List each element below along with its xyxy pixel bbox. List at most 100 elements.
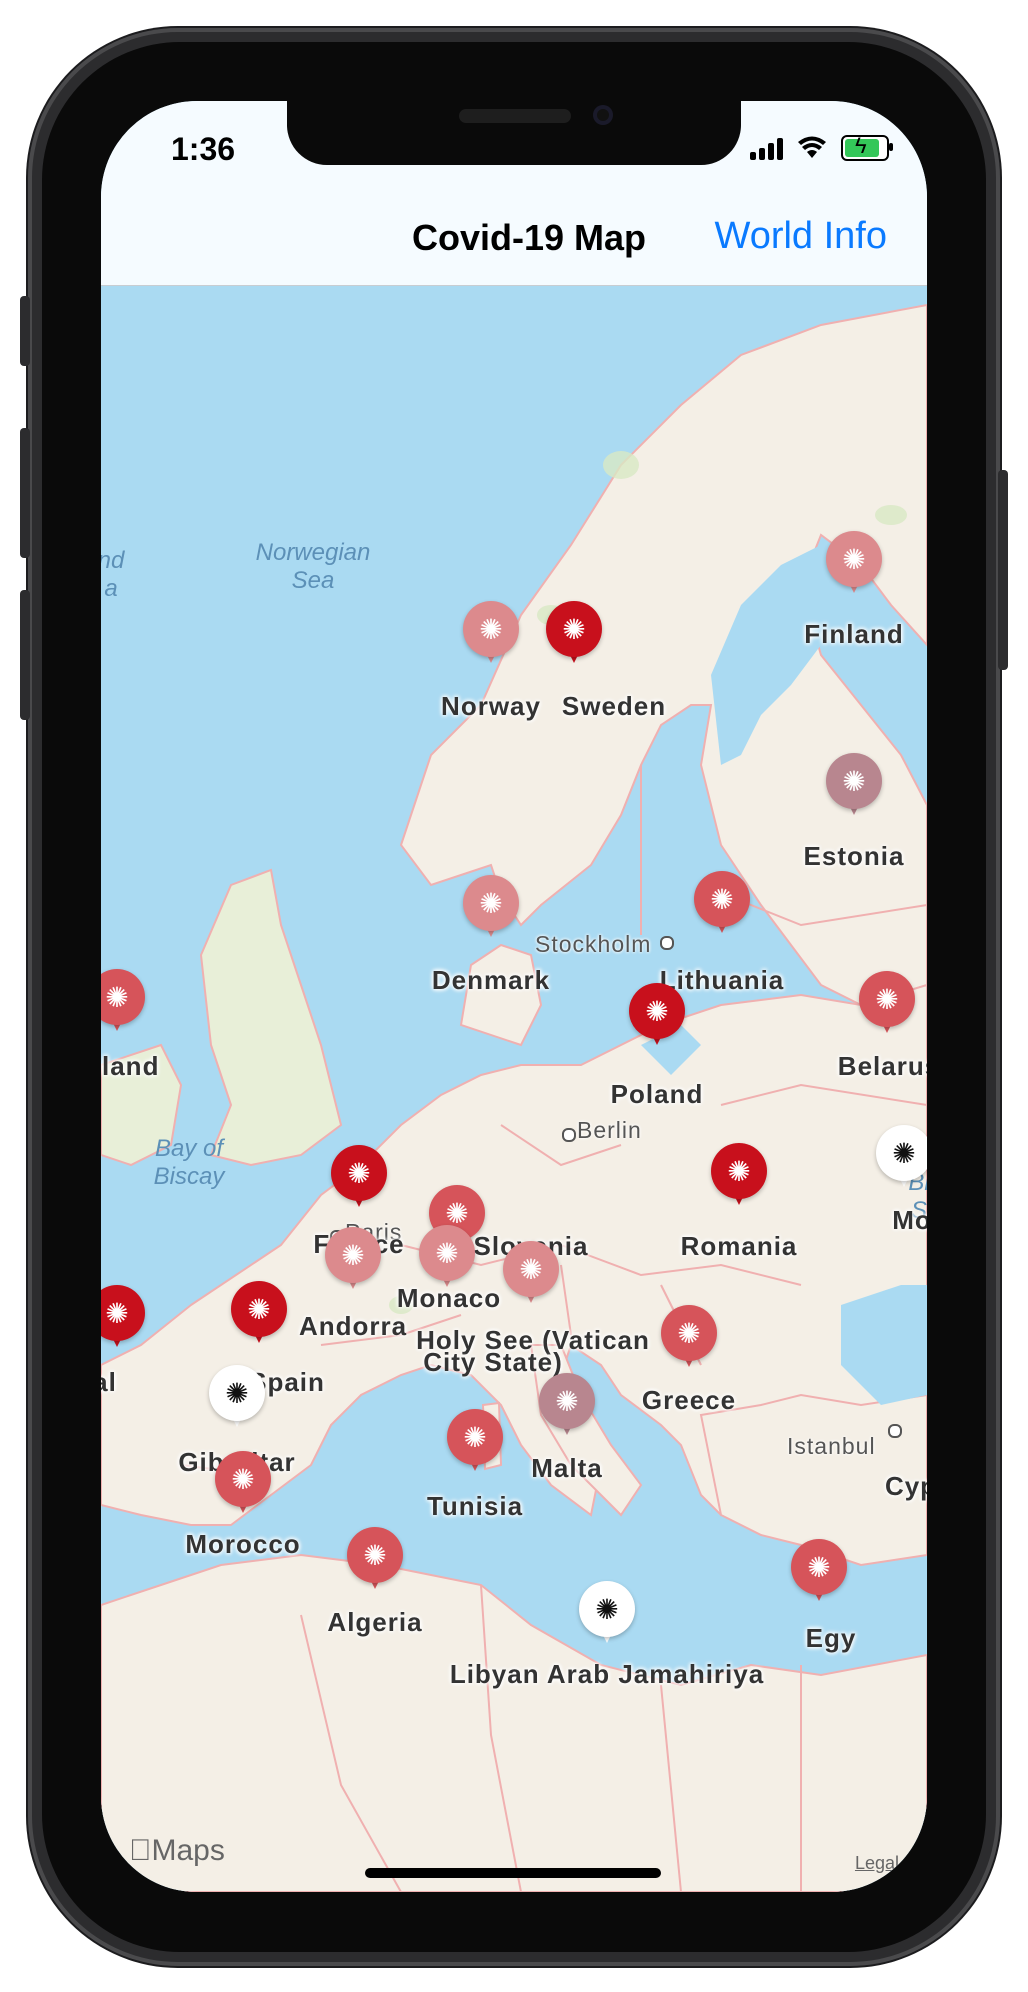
pin-morocco[interactable]: ✺ bbox=[215, 1451, 271, 1517]
virus-icon: ✺ bbox=[727, 1155, 751, 1187]
virus-icon: ✺ bbox=[225, 1377, 249, 1409]
virus-icon: ✺ bbox=[435, 1237, 459, 1269]
pin-greece[interactable]: ✺ bbox=[661, 1305, 717, 1371]
country-label-monaco: Monaco bbox=[396, 1283, 502, 1313]
screen: 1:36 ϟ Covid-19 Map World Info Norwegian… bbox=[101, 101, 927, 1892]
notch bbox=[287, 101, 741, 165]
country-label-mo: Mo bbox=[892, 1205, 927, 1235]
country-label-romania: Romania bbox=[680, 1231, 798, 1261]
virus-icon: ✺ bbox=[479, 887, 503, 919]
pin-spain[interactable]: ✺ bbox=[231, 1281, 287, 1347]
pin-andorra[interactable]: ✺ bbox=[325, 1227, 381, 1293]
cellular-signal-icon bbox=[750, 136, 783, 160]
virus-icon: ✺ bbox=[842, 765, 866, 797]
virus-icon: ✺ bbox=[710, 883, 734, 915]
legal-link[interactable]: Legal bbox=[855, 1853, 899, 1874]
country-label-libyan-arab-jamahiriya: Libyan Arab Jamahiriya bbox=[449, 1659, 765, 1689]
battery-icon: ϟ bbox=[841, 133, 893, 161]
sea-label-biscay: Bay of Biscay bbox=[153, 1135, 225, 1190]
virus-icon: ✺ bbox=[231, 1463, 255, 1495]
pin-monaco[interactable]: ✺ bbox=[419, 1225, 475, 1291]
pin-eland[interactable]: ✺ bbox=[101, 969, 145, 1035]
country-label-andorra: Andorra bbox=[298, 1311, 408, 1341]
pin-belarus[interactable]: ✺ bbox=[859, 971, 915, 1037]
virus-icon: ✺ bbox=[555, 1385, 579, 1417]
country-label-tunisia: Tunisia bbox=[426, 1491, 524, 1521]
city-label-istanbul: Istanbul bbox=[787, 1433, 876, 1459]
country-label-egy: Egy bbox=[805, 1623, 857, 1653]
virus-icon: ✺ bbox=[595, 1593, 619, 1625]
country-label-algeria: Algeria bbox=[327, 1607, 423, 1637]
map-base bbox=[101, 303, 927, 1892]
pin-france[interactable]: ✺ bbox=[331, 1145, 387, 1211]
virus-icon: ✺ bbox=[677, 1317, 701, 1349]
country-label-estonia: Estonia bbox=[803, 841, 905, 871]
virus-icon: ✺ bbox=[247, 1293, 271, 1325]
front-camera bbox=[593, 105, 613, 125]
virus-icon: ✺ bbox=[479, 613, 503, 645]
country-label-denmark: Denmark bbox=[431, 965, 551, 995]
virus-icon: ✺ bbox=[105, 1297, 129, 1329]
pin-mo[interactable]: ✺ bbox=[876, 1125, 927, 1191]
mute-switch bbox=[20, 296, 30, 366]
pin-romania[interactable]: ✺ bbox=[711, 1143, 767, 1209]
country-label-finland: Finland bbox=[804, 619, 904, 649]
status-icons: ϟ bbox=[750, 133, 893, 161]
virus-icon: ✺ bbox=[341, 1239, 365, 1271]
pin-al[interactable]: ✺ bbox=[101, 1285, 145, 1351]
pin-finland[interactable]: ✺ bbox=[826, 531, 882, 597]
virus-icon: ✺ bbox=[463, 1421, 487, 1453]
city-dot-istanbul bbox=[888, 1424, 902, 1438]
country-label-poland: Poland bbox=[610, 1079, 704, 1109]
pin-denmark[interactable]: ✺ bbox=[463, 875, 519, 941]
city-dot-stockholm bbox=[660, 936, 674, 950]
pin-malta[interactable]: ✺ bbox=[539, 1373, 595, 1439]
country-label-al: al bbox=[101, 1367, 117, 1397]
country-label-malta: Malta bbox=[531, 1453, 603, 1483]
sea-label-left-edge: nda bbox=[101, 547, 125, 602]
apple-maps-logo: Maps bbox=[129, 1834, 225, 1867]
country-label-eland: eland bbox=[101, 1051, 160, 1081]
volume-down-button bbox=[20, 590, 30, 720]
pin-holy-see-vatican[interactable]: ✺ bbox=[503, 1241, 559, 1307]
virus-icon: ✺ bbox=[363, 1539, 387, 1571]
country-label-belarus: Belarus bbox=[837, 1051, 927, 1081]
country-label-sweden: Sweden bbox=[561, 691, 667, 721]
country-label-morocco: Morocco bbox=[185, 1529, 301, 1559]
country-label-norway: Norway bbox=[441, 691, 541, 721]
city-dot-berlin bbox=[562, 1128, 576, 1142]
virus-icon: ✺ bbox=[562, 613, 586, 645]
status-time: 1:36 bbox=[171, 131, 236, 167]
virus-icon: ✺ bbox=[842, 543, 866, 575]
speaker bbox=[459, 109, 571, 123]
pin-gibraltar[interactable]: ✺ bbox=[209, 1365, 265, 1431]
sea-label-norwegian: Norwegian Sea bbox=[255, 539, 371, 594]
country-label-greece: Greece bbox=[641, 1385, 737, 1415]
device-frame: 1:36 ϟ Covid-19 Map World Info Norwegian… bbox=[0, 0, 1028, 1992]
pin-estonia[interactable]: ✺ bbox=[826, 753, 882, 819]
pin-sweden[interactable]: ✺ bbox=[546, 601, 602, 667]
pin-algeria[interactable]: ✺ bbox=[347, 1527, 403, 1593]
map-view[interactable]: NorwegianSea Bay ofBiscay nda BlS Stockh… bbox=[101, 285, 927, 1892]
pin-egy[interactable]: ✺ bbox=[791, 1539, 847, 1605]
country-label-cyp: Cyp bbox=[884, 1471, 927, 1501]
pin-norway[interactable]: ✺ bbox=[463, 601, 519, 667]
virus-icon: ✺ bbox=[645, 995, 669, 1027]
virus-icon: ✺ bbox=[519, 1253, 543, 1285]
virus-icon: ✺ bbox=[875, 983, 899, 1015]
pin-poland[interactable]: ✺ bbox=[629, 983, 685, 1049]
city-label-stockholm: Stockholm bbox=[535, 931, 652, 957]
power-button bbox=[998, 470, 1008, 670]
virus-icon: ✺ bbox=[105, 981, 129, 1013]
home-indicator[interactable] bbox=[365, 1868, 661, 1878]
virus-icon: ✺ bbox=[892, 1137, 916, 1169]
apple-icon:  bbox=[129, 1834, 152, 1867]
wifi-icon bbox=[798, 136, 826, 158]
pin-libyan-arab-jamahiriya[interactable]: ✺ bbox=[579, 1581, 635, 1647]
volume-up-button bbox=[20, 428, 30, 558]
virus-icon: ✺ bbox=[807, 1551, 831, 1583]
virus-icon: ✺ bbox=[347, 1157, 371, 1189]
world-info-button[interactable]: World Info bbox=[715, 215, 887, 258]
pin-lithuania[interactable]: ✺ bbox=[694, 871, 750, 937]
pin-tunisia[interactable]: ✺ bbox=[447, 1409, 503, 1475]
